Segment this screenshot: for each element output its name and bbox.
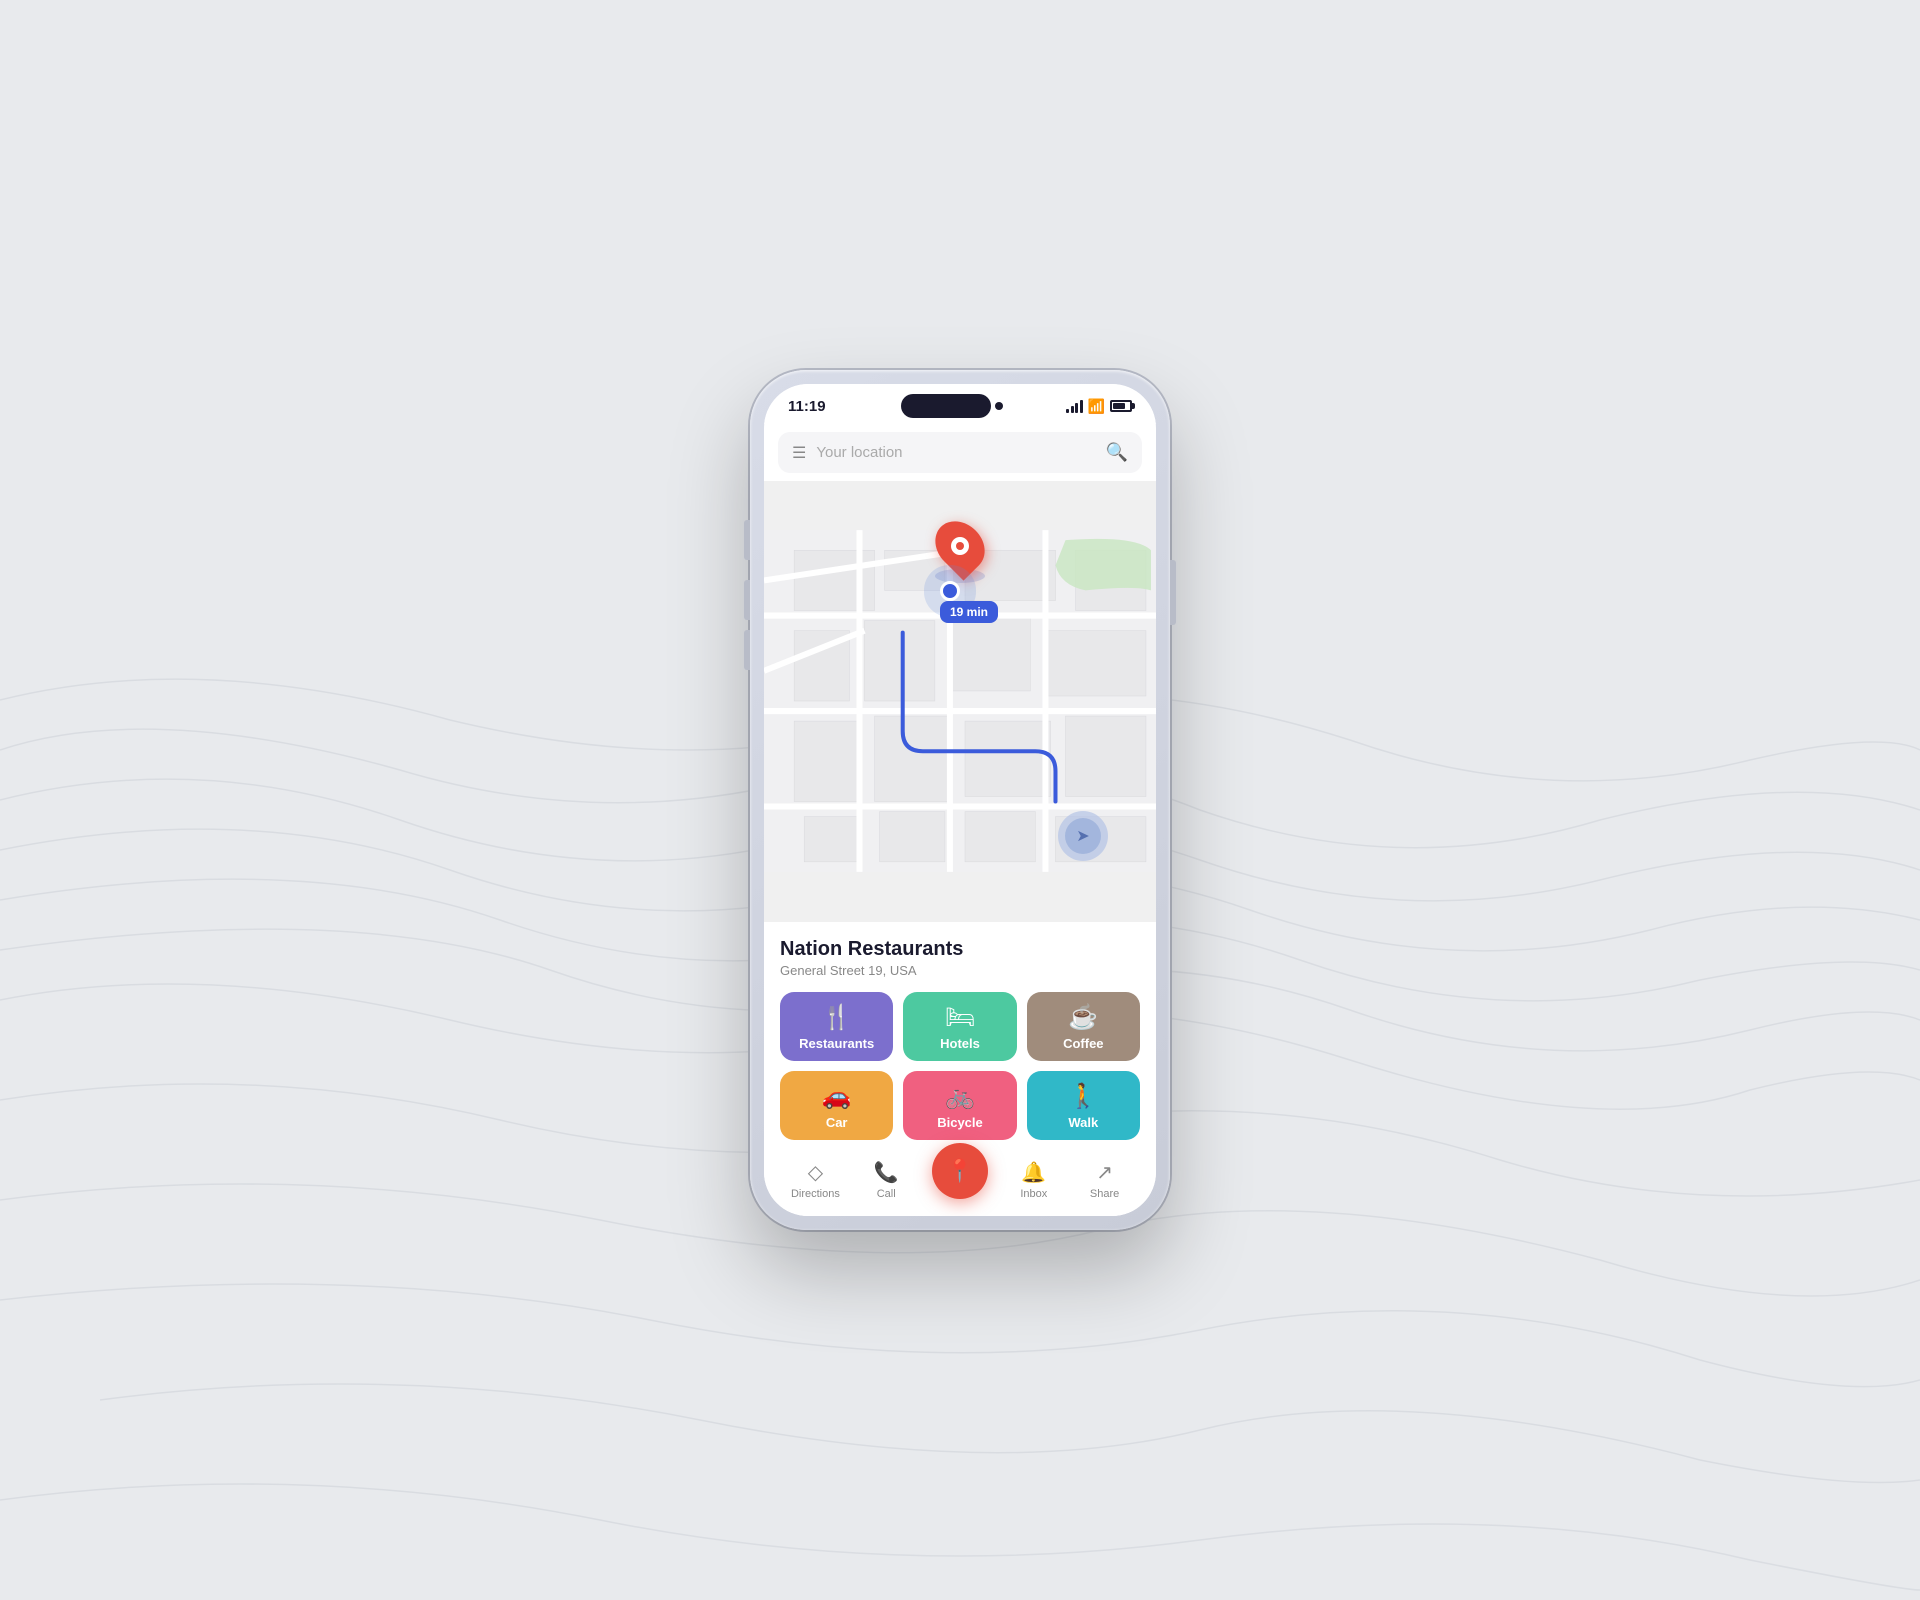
map-area[interactable]: 19 min ➤ bbox=[764, 481, 1156, 921]
battery-icon bbox=[1110, 400, 1132, 412]
call-nav-label: Call bbox=[877, 1188, 896, 1200]
location-pin bbox=[935, 519, 985, 583]
wifi-icon: 📶 bbox=[1088, 398, 1105, 415]
nav-item-directions[interactable]: ◇ Directions bbox=[790, 1160, 840, 1200]
time-badge: 19 min bbox=[940, 601, 998, 623]
status-time: 11:19 bbox=[788, 398, 826, 415]
directions-nav-icon: ◇ bbox=[808, 1160, 823, 1185]
status-bar: 11:19 📶 bbox=[764, 384, 1156, 424]
directions-nav-label: Directions bbox=[791, 1188, 840, 1200]
phone-screen: 11:19 📶 ☰ Your location 🔍 bbox=[764, 384, 1156, 1216]
nav-item-call[interactable]: 📞 Call bbox=[861, 1160, 911, 1200]
walk-icon: 🚶 bbox=[1068, 1085, 1098, 1109]
place-title: Nation Restaurants bbox=[780, 938, 1140, 961]
nav-center-button[interactable]: 📍 bbox=[932, 1143, 988, 1199]
pin-inner bbox=[951, 537, 969, 555]
restaurants-label: Restaurants bbox=[799, 1036, 874, 1051]
pin-dot bbox=[956, 542, 964, 550]
destination-dot: ➤ bbox=[1058, 811, 1108, 861]
destination-dot-inner: ➤ bbox=[1065, 818, 1101, 854]
hotels-icon: 🛏 bbox=[945, 1006, 975, 1030]
call-nav-icon: 📞 bbox=[874, 1160, 899, 1185]
location-icon: 📍 bbox=[946, 1158, 973, 1184]
share-nav-label: Share bbox=[1090, 1188, 1119, 1200]
pin-body bbox=[925, 511, 994, 580]
coffee-label: Coffee bbox=[1063, 1036, 1103, 1051]
cat-btn-coffee[interactable]: ☕ Coffee bbox=[1027, 992, 1140, 1061]
status-icons: 📶 bbox=[1066, 398, 1132, 415]
car-icon: 🚗 bbox=[822, 1085, 852, 1109]
bottom-panel: Nation Restaurants General Street 19, US… bbox=[764, 921, 1156, 1216]
inbox-nav-icon: 🔔 bbox=[1021, 1160, 1046, 1185]
share-nav-icon: ↗ bbox=[1096, 1160, 1113, 1185]
search-input[interactable]: Your location bbox=[816, 444, 1095, 461]
restaurants-icon: 🍴 bbox=[822, 1006, 852, 1030]
inbox-nav-label: Inbox bbox=[1020, 1188, 1047, 1200]
bicycle-icon: 🚲 bbox=[945, 1085, 975, 1109]
search-icon[interactable]: 🔍 bbox=[1106, 442, 1128, 463]
cat-btn-car[interactable]: 🚗 Car bbox=[780, 1071, 893, 1140]
coffee-icon: ☕ bbox=[1068, 1006, 1098, 1030]
bottom-nav: ◇ Directions 📞 Call 📍 🔔 Inbox ↗ Share bbox=[780, 1150, 1140, 1216]
phone-device: 11:19 📶 ☰ Your location 🔍 bbox=[750, 370, 1170, 1230]
signal-icon bbox=[1066, 400, 1083, 413]
place-address: General Street 19, USA bbox=[780, 963, 1140, 978]
menu-icon: ☰ bbox=[792, 443, 806, 463]
walk-label: Walk bbox=[1068, 1115, 1098, 1130]
bicycle-label: Bicycle bbox=[937, 1115, 983, 1130]
cat-btn-walk[interactable]: 🚶 Walk bbox=[1027, 1071, 1140, 1140]
cat-btn-bicycle[interactable]: 🚲 Bicycle bbox=[903, 1071, 1016, 1140]
nav-item-share[interactable]: ↗ Share bbox=[1080, 1160, 1130, 1200]
notch bbox=[901, 394, 991, 418]
cat-btn-restaurants[interactable]: 🍴 Restaurants bbox=[780, 992, 893, 1061]
cat-btn-hotels[interactable]: 🛏 Hotels bbox=[903, 992, 1016, 1061]
category-grid: 🍴 Restaurants 🛏 Hotels ☕ Coffee 🚗 Car 🚲 … bbox=[780, 992, 1140, 1140]
nav-item-inbox[interactable]: 🔔 Inbox bbox=[1009, 1160, 1059, 1200]
current-location-dot bbox=[940, 581, 960, 601]
car-label: Car bbox=[826, 1115, 848, 1130]
hotels-label: Hotels bbox=[940, 1036, 980, 1051]
search-bar[interactable]: ☰ Your location 🔍 bbox=[778, 432, 1142, 473]
